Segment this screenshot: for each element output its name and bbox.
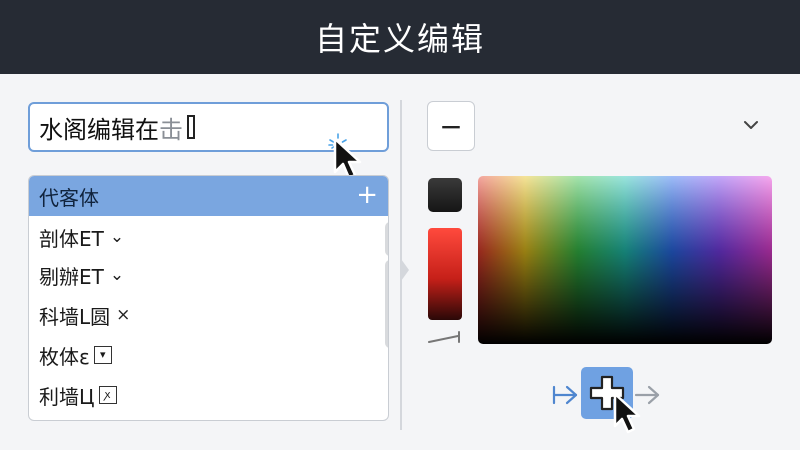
list-item[interactable]: 科墙L圆 ×: [29, 296, 355, 334]
list-item[interactable]: 剖体ET ⌄: [29, 218, 355, 256]
text-caret: [187, 115, 195, 139]
font-list-header[interactable]: 代客体 +: [29, 176, 388, 216]
close-icon: ×: [116, 305, 131, 325]
scrollbar-thumb[interactable]: [385, 260, 388, 348]
window-title: 自定义编辑: [314, 20, 485, 58]
color-picker-gradient[interactable]: [478, 176, 772, 344]
pointer-cursor-icon: [613, 392, 641, 434]
list-item-label: 剖体ET: [39, 226, 104, 251]
font-list-header-label: 代客体: [39, 185, 99, 210]
text-input-faded-char: 击: [159, 115, 183, 144]
text-input-value: 水阁编辑在: [39, 115, 159, 144]
list-item-label: 枚体ε: [39, 344, 90, 369]
list-item-label: 剔辦ET: [39, 264, 104, 289]
list-item[interactable]: 剔辦ET ⌄: [29, 256, 355, 294]
chevron-down-icon: ⌄: [109, 265, 125, 285]
chevron-down-icon: ⌄: [109, 227, 125, 247]
list-item-label: 利墙Ц: [39, 384, 95, 409]
font-list: 代客体 + 剖体ET ⌄ 剔辦ET ⌄ 科墙L圆 × 枚体ε ▾ 利墙Ц ꭗ: [28, 175, 389, 421]
divider-arrow-icon: [401, 259, 409, 281]
list-item[interactable]: 利墙Ц ꭗ: [29, 376, 355, 414]
list-item[interactable]: 枚体ε ▾: [29, 336, 355, 374]
minus-button[interactable]: −: [427, 101, 475, 151]
scroll-up-button[interactable]: [385, 222, 388, 256]
slider-handle-icon[interactable]: [428, 328, 466, 346]
arrow-right-icon[interactable]: [552, 382, 580, 408]
list-item-label: 科墙L圆: [39, 304, 111, 329]
current-color-swatch[interactable]: [428, 178, 462, 212]
add-font-plus-icon[interactable]: +: [356, 180, 378, 210]
dropdown-box-icon: ▾: [93, 346, 112, 364]
checkbox-icon: ꭗ: [98, 386, 117, 404]
title-bar: 自定义编辑: [0, 0, 800, 74]
red-channel-slider[interactable]: [428, 228, 462, 320]
chevron-down-icon[interactable]: [742, 116, 760, 134]
font-list-scrollbar[interactable]: [385, 220, 388, 416]
